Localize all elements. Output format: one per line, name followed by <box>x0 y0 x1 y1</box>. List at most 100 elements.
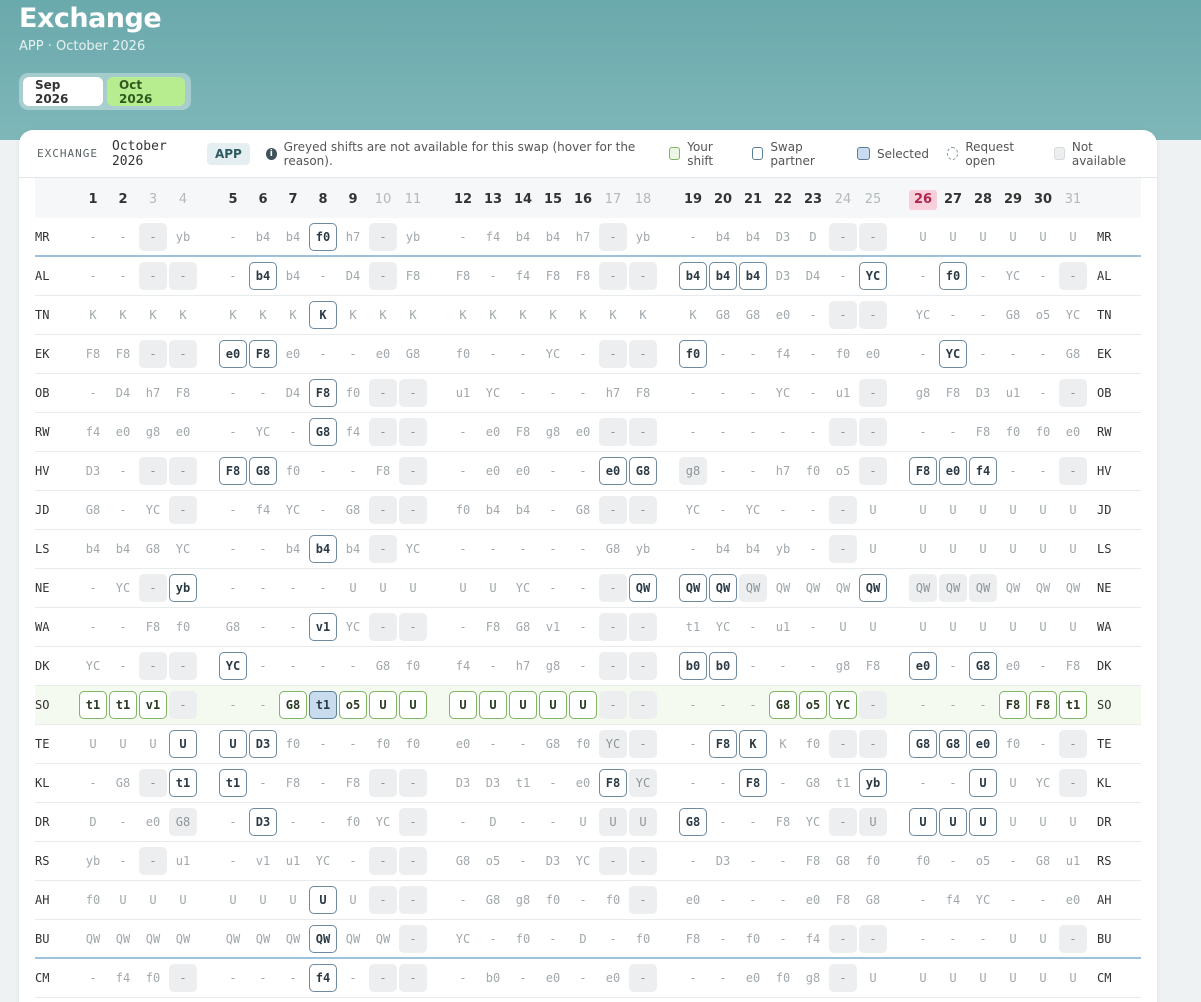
shift-cell[interactable]: QW <box>309 925 337 953</box>
shift-cell[interactable]: - <box>509 340 537 368</box>
shift-cell[interactable]: - <box>909 691 937 719</box>
shift-cell[interactable]: - <box>1029 379 1057 407</box>
shift-cell[interactable]: - <box>679 223 707 251</box>
shift-cell[interactable]: e0 <box>139 808 167 836</box>
shift-cell[interactable]: U <box>1029 925 1057 953</box>
shift-cell[interactable]: K <box>679 301 707 329</box>
shift-cell[interactable]: u1 <box>829 379 857 407</box>
shift-cell[interactable]: b4 <box>679 262 707 290</box>
shift-cell[interactable]: U <box>1029 496 1057 524</box>
shift-cell[interactable]: - <box>79 223 107 251</box>
shift-cell[interactable]: - <box>799 652 827 680</box>
shift-cell[interactable]: f0 <box>999 730 1027 758</box>
shift-cell[interactable]: QW <box>339 925 367 953</box>
shift-cell[interactable]: U <box>999 925 1027 953</box>
shift-cell[interactable]: QW <box>249 925 277 953</box>
shift-cell[interactable]: G8 <box>1029 847 1057 875</box>
shift-cell[interactable]: K <box>569 301 597 329</box>
shift-cell[interactable]: G8 <box>509 613 537 641</box>
shift-cell[interactable]: o5 <box>479 847 507 875</box>
shift-cell[interactable]: - <box>939 769 967 797</box>
shift-cell[interactable]: D4 <box>799 262 827 290</box>
shift-cell[interactable]: b4 <box>279 223 307 251</box>
shift-cell[interactable]: D <box>569 925 597 953</box>
shift-cell[interactable]: F8 <box>509 418 537 446</box>
shift-cell[interactable]: - <box>709 691 737 719</box>
shift-cell[interactable]: e0 <box>599 964 627 992</box>
shift-cell[interactable]: U <box>1029 613 1057 641</box>
shift-cell[interactable]: K <box>769 730 797 758</box>
shift-cell[interactable]: f0 <box>279 730 307 758</box>
shift-cell[interactable]: U <box>1029 808 1057 836</box>
shift-cell[interactable]: K <box>249 301 277 329</box>
shift-cell[interactable]: YC <box>999 262 1027 290</box>
shift-cell[interactable]: G8 <box>309 418 337 446</box>
shift-cell[interactable]: K <box>599 301 627 329</box>
shift-cell[interactable]: g8 <box>829 652 857 680</box>
shift-cell[interactable]: G8 <box>799 769 827 797</box>
shift-cell[interactable]: U <box>939 808 967 836</box>
shift-cell[interactable]: b4 <box>109 535 137 563</box>
shift-cell[interactable]: - <box>309 652 337 680</box>
shift-cell[interactable]: f4 <box>969 457 997 485</box>
month-tab-sep[interactable]: Sep 2026 <box>23 77 103 106</box>
shift-cell[interactable]: YC <box>769 379 797 407</box>
shift-cell[interactable]: D4 <box>279 379 307 407</box>
shift-cell[interactable]: U <box>999 223 1027 251</box>
shift-cell[interactable]: G8 <box>969 652 997 680</box>
shift-cell[interactable]: f0 <box>909 847 937 875</box>
shift-cell[interactable]: e0 <box>569 769 597 797</box>
shift-cell[interactable]: - <box>739 379 767 407</box>
shift-cell[interactable]: YC <box>799 808 827 836</box>
shift-cell[interactable]: - <box>799 301 827 329</box>
shift-cell[interactable]: U <box>939 964 967 992</box>
shift-cell[interactable]: YC <box>399 535 427 563</box>
shift-cell[interactable]: - <box>909 418 937 446</box>
shift-cell[interactable]: b4 <box>509 223 537 251</box>
shift-cell[interactable]: - <box>679 379 707 407</box>
shift-cell[interactable]: - <box>279 418 307 446</box>
shift-cell[interactable]: yb <box>169 223 197 251</box>
shift-cell[interactable]: u1 <box>1059 847 1087 875</box>
shift-cell[interactable]: f0 <box>449 340 477 368</box>
shift-cell[interactable]: U <box>999 808 1027 836</box>
shift-cell[interactable]: F8 <box>739 769 767 797</box>
shift-cell[interactable]: - <box>999 886 1027 914</box>
shift-cell[interactable]: - <box>219 691 247 719</box>
shift-cell[interactable]: U <box>939 613 967 641</box>
shift-cell[interactable]: - <box>569 340 597 368</box>
shift-cell[interactable]: - <box>219 262 247 290</box>
shift-cell[interactable]: - <box>799 535 827 563</box>
shift-cell[interactable]: G8 <box>219 613 247 641</box>
shift-cell[interactable]: - <box>219 223 247 251</box>
shift-cell[interactable]: u1 <box>769 613 797 641</box>
shift-cell[interactable]: - <box>339 730 367 758</box>
shift-cell[interactable]: f0 <box>509 925 537 953</box>
shift-cell[interactable]: G8 <box>999 301 1027 329</box>
shift-cell[interactable]: QW <box>1029 574 1057 602</box>
shift-cell[interactable]: t1 <box>1059 691 1087 719</box>
shift-cell[interactable]: YC <box>939 340 967 368</box>
shift-cell[interactable]: - <box>219 535 247 563</box>
shift-cell[interactable]: U <box>1029 223 1057 251</box>
shift-cell[interactable]: e0 <box>599 457 627 485</box>
shift-cell[interactable]: - <box>939 301 967 329</box>
shift-cell[interactable]: F8 <box>479 613 507 641</box>
shift-cell[interactable]: YC <box>509 574 537 602</box>
shift-cell[interactable]: b4 <box>739 223 767 251</box>
shift-cell[interactable]: YC <box>109 574 137 602</box>
shift-cell[interactable]: h7 <box>769 457 797 485</box>
shift-cell[interactable]: - <box>939 847 967 875</box>
shift-cell[interactable]: - <box>769 769 797 797</box>
shift-cell[interactable]: YC <box>969 886 997 914</box>
shift-cell[interactable]: YC <box>539 340 567 368</box>
shift-cell[interactable]: G8 <box>709 301 737 329</box>
shift-cell[interactable]: F8 <box>539 262 567 290</box>
shift-cell[interactable]: K <box>339 301 367 329</box>
shift-cell[interactable]: b0 <box>479 964 507 992</box>
shift-cell[interactable]: QW <box>139 925 167 953</box>
shift-cell[interactable]: F8 <box>309 379 337 407</box>
shift-cell[interactable]: - <box>109 847 137 875</box>
shift-cell[interactable]: - <box>909 886 937 914</box>
shift-cell[interactable]: f4 <box>449 652 477 680</box>
